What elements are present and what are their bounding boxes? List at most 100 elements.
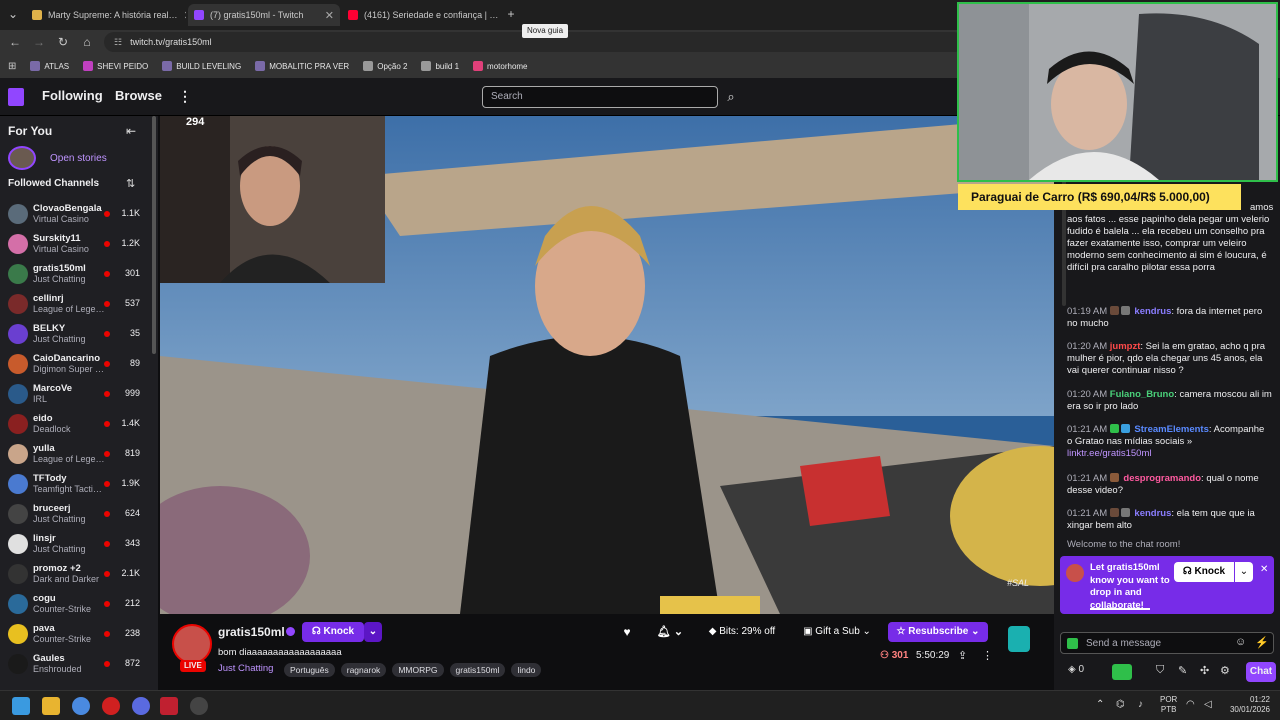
browser-tab-3[interactable]: (4161) Seriedade e confiança | … ✕	[342, 4, 498, 26]
back-icon[interactable]: ←	[8, 35, 22, 49]
microphone-icon[interactable]: ♪	[1138, 699, 1143, 710]
chat-link[interactable]: linktr.ee/gratis150ml	[1067, 448, 1151, 459]
bookmark-build-1[interactable]: build 1	[421, 61, 459, 71]
nav-browse[interactable]: Browse	[115, 88, 162, 103]
sidebar-channel-item[interactable]: MarcoVe IRL 999	[0, 380, 150, 410]
tray-expand-icon[interactable]: ⌃	[1096, 699, 1104, 710]
channel-avatar[interactable]	[172, 624, 212, 664]
network-icon[interactable]: ⌬	[1116, 699, 1125, 710]
windows-start-icon[interactable]	[12, 697, 30, 715]
tag[interactable]: Português	[284, 663, 335, 677]
chat-input[interactable]: Send a message ☺ ⚡	[1060, 632, 1274, 654]
twitch-logo-icon[interactable]	[8, 88, 24, 106]
apps-grid-icon[interactable]: ⊞	[8, 61, 16, 72]
extension-icon[interactable]	[1008, 626, 1030, 652]
volume-icon[interactable]: ◁	[1204, 699, 1212, 710]
knock-button[interactable]: ☊ Knock	[302, 622, 364, 642]
notifications-bell-icon[interactable]: 🔔︎ ⌄	[652, 622, 688, 642]
language-indicator[interactable]: POR PTB	[1160, 695, 1177, 715]
bookmark-atlas[interactable]: ATLAS	[30, 61, 69, 71]
shield-icon[interactable]: ⛉	[1156, 664, 1164, 677]
close-icon[interactable]: ✕	[1260, 564, 1268, 575]
channel-points[interactable]: ◈ 0	[1068, 664, 1084, 675]
follow-heart-icon[interactable]: ♥	[616, 622, 638, 642]
sidebar-channel-item[interactable]: bruceerj Just Chatting 624	[0, 500, 150, 530]
more-options-icon[interactable]: ⋮	[982, 649, 993, 662]
sidebar-channel-item[interactable]: ClovaoBengala Virtual Casino 1.1K	[0, 200, 150, 230]
tag[interactable]: MMORPG	[392, 663, 444, 677]
sidebar-scrollbar[interactable]	[152, 116, 156, 354]
tag[interactable]: lindo	[511, 663, 542, 677]
bookmark-opcao-2[interactable]: Opção 2	[363, 61, 407, 71]
tag[interactable]: ragnarok	[340, 663, 387, 677]
stories-avatar[interactable]	[8, 146, 36, 170]
bits-button[interactable]: ◆ Bits: 29% off	[700, 622, 784, 642]
browser-tab-2[interactable]: (7) gratis150ml - Twitch ✕	[188, 4, 340, 26]
clock[interactable]: 01:22 30/01/2026	[1222, 695, 1270, 715]
forward-icon[interactable]: →	[32, 35, 46, 49]
discord-icon[interactable]	[132, 697, 150, 715]
wifi-icon[interactable]: ◠	[1186, 699, 1195, 710]
pen-icon[interactable]: ✎	[1178, 664, 1187, 677]
tab-search-icon[interactable]: ⌄	[6, 7, 20, 21]
chat-send-button[interactable]: Chat	[1246, 662, 1276, 682]
bookmark-motorhome[interactable]: motorhome	[473, 61, 528, 71]
sidebar-channel-item[interactable]: linsjr Just Chatting 343	[0, 530, 150, 560]
new-tab-icon[interactable]: +	[504, 7, 518, 21]
chrome-icon[interactable]	[72, 697, 90, 715]
category-link[interactable]: Just Chatting	[218, 663, 273, 674]
chat-username[interactable]: kendrus	[1134, 306, 1171, 317]
reload-icon[interactable]: ↻	[56, 35, 70, 49]
channel-name[interactable]: gratis150ml	[218, 625, 285, 639]
chat-username[interactable]: Fulano_Bruno	[1110, 389, 1174, 400]
sidebar-channel-item[interactable]: promoz +2 Dark and Darker 2.1K	[0, 560, 150, 590]
settings-gear-icon[interactable]: ⚙	[1220, 664, 1230, 677]
sort-icon[interactable]: ⇅	[126, 177, 135, 190]
sidebar-channel-item[interactable]: Surskity11 Virtual Casino 1.2K	[0, 230, 150, 260]
chat-username[interactable]: kendrus	[1134, 508, 1171, 519]
emote-picker-icon[interactable]: ☺	[1235, 636, 1246, 648]
close-icon[interactable]: ✕	[178, 9, 186, 22]
collab-dropdown-icon[interactable]: ⌄	[1235, 562, 1253, 582]
nav-following[interactable]: Following	[42, 88, 103, 103]
opera-icon[interactable]	[102, 697, 120, 715]
sidebar-channel-item[interactable]: CaioDancarino Digimon Super … 89	[0, 350, 150, 380]
steam-icon[interactable]	[190, 697, 208, 715]
share-icon[interactable]: ⇪	[958, 649, 967, 662]
open-stories-link[interactable]: Open stories	[50, 153, 107, 164]
search-input[interactable]: Search	[482, 86, 718, 108]
collapse-sidebar-icon[interactable]: ⇤	[126, 124, 136, 138]
sidebar-channel-item[interactable]: BELKY Just Chatting 35	[0, 320, 150, 350]
bookmark-build-leveling[interactable]: BUILD LEVELING	[162, 61, 241, 71]
chat-username[interactable]: desprogramando	[1123, 473, 1201, 484]
sidebar-channel-item[interactable]: pava Counter-Strike 238	[0, 620, 150, 650]
bookmark-mobalitic[interactable]: MOBALITIC PRA VER	[255, 61, 349, 71]
home-icon[interactable]: ⌂	[80, 35, 94, 49]
hype-icon[interactable]: ✣	[1200, 664, 1209, 677]
sidebar-channel-item[interactable]: eido Deadlock 1.4K	[0, 410, 150, 440]
resubscribe-button[interactable]: ☆ Resubscribe ⌄	[888, 622, 988, 642]
more-menu-icon[interactable]: ⋮	[178, 88, 192, 105]
sidebar-channel-item[interactable]: cogu Counter-Strike 212	[0, 590, 150, 620]
chat-username[interactable]: jumpzt	[1110, 341, 1141, 352]
collab-knock-button[interactable]: ☊ Knock	[1174, 562, 1234, 582]
sidebar-channel-item[interactable]: gratis150ml Just Chatting 301	[0, 260, 150, 290]
knock-dropdown-icon[interactable]: ⌄	[364, 622, 382, 642]
bookmark-shevi-peido[interactable]: SHEVI PEIDO	[83, 61, 148, 71]
sidebar-channel-item[interactable]: TFTody Teamfight Tacti… 1.9K	[0, 470, 150, 500]
site-info-icon[interactable]: ☷	[114, 37, 122, 48]
sidebar-channel-item[interactable]: cellinrj League of Lege… 537	[0, 290, 150, 320]
sidebar-channel-item[interactable]: yulla League of Lege… 819	[0, 440, 150, 470]
claim-bonus-icon[interactable]	[1112, 664, 1132, 680]
file-explorer-icon[interactable]	[42, 697, 60, 715]
browser-tab-1[interactable]: Marty Supreme: A história real… ✕	[26, 4, 186, 26]
app-icon[interactable]	[160, 697, 178, 715]
chat-username[interactable]: StreamElements	[1134, 424, 1208, 435]
chat-identity-icon[interactable]	[1067, 638, 1078, 649]
close-icon[interactable]: ✕	[319, 9, 334, 22]
search-icon[interactable]: ⌕	[720, 86, 742, 108]
sidebar-channel-item[interactable]: Gaules Enshrouded 872	[0, 650, 150, 680]
tag[interactable]: gratis150ml	[449, 663, 506, 677]
extension-icon[interactable]: ⚡	[1255, 636, 1269, 649]
gift-sub-button[interactable]: ▣ Gift a Sub ⌄	[796, 622, 878, 642]
